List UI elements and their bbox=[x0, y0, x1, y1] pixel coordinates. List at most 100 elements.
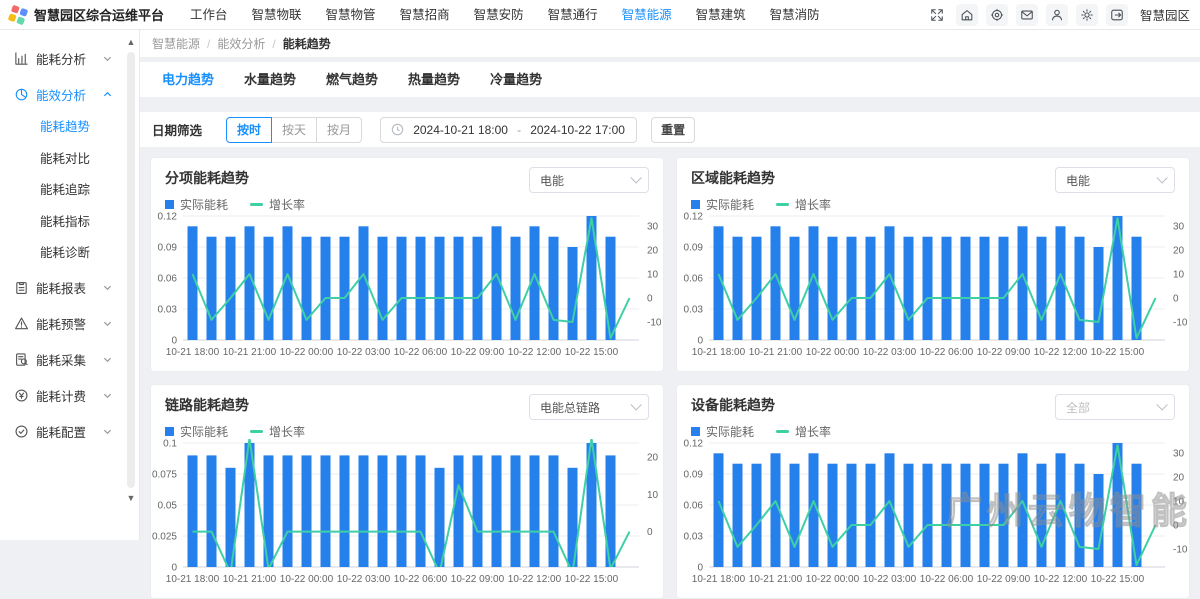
legend-actual[interactable]: 实际能耗 bbox=[691, 196, 754, 213]
mail-icon[interactable] bbox=[1016, 4, 1038, 26]
legend-actual[interactable]: 实际能耗 bbox=[165, 196, 228, 213]
legend-growth[interactable]: 增长率 bbox=[250, 196, 305, 213]
chart-legend: 实际能耗 增长率 bbox=[165, 196, 305, 213]
breadcrumb: 智慧能源 / 能效分析 / 能耗趋势 bbox=[140, 30, 1200, 57]
chevron-down-icon bbox=[630, 399, 641, 410]
sidebar-item-1[interactable]: 能效分析 bbox=[0, 76, 139, 112]
scroll-up-icon[interactable]: ▲ bbox=[125, 36, 137, 48]
svg-text:10-21 18:00: 10-21 18:00 bbox=[692, 574, 746, 585]
legend-growth[interactable]: 增长率 bbox=[250, 423, 305, 440]
legend-actual[interactable]: 实际能耗 bbox=[691, 423, 754, 440]
line-swatch bbox=[776, 430, 789, 433]
svg-text:0.05: 0.05 bbox=[158, 501, 178, 512]
nav-item-0[interactable]: 工作台 bbox=[178, 0, 240, 30]
sidebar-subitem-1-1[interactable]: 能耗对比 bbox=[0, 144, 139, 176]
nav-item-4[interactable]: 智慧安防 bbox=[462, 0, 536, 30]
nav-item-6[interactable]: 智慧能源 bbox=[610, 0, 684, 30]
mode-button-2[interactable]: 按月 bbox=[316, 117, 362, 143]
sidebar-item-6[interactable]: 能耗配置 bbox=[0, 414, 139, 450]
fullscreen-icon[interactable] bbox=[926, 4, 948, 26]
svg-text:0: 0 bbox=[647, 527, 653, 538]
svg-text:0.06: 0.06 bbox=[684, 501, 704, 512]
tab-3[interactable]: 热量趋势 bbox=[408, 62, 460, 97]
legend-actual[interactable]: 实际能耗 bbox=[165, 423, 228, 440]
energy-type-select[interactable]: 电能 bbox=[529, 167, 649, 193]
sidebar-subitem-1-0[interactable]: 能耗趋势 bbox=[0, 112, 139, 144]
svg-text:10: 10 bbox=[647, 270, 659, 281]
sidebar-menu: 能耗分析能效分析能耗趋势能耗对比能耗追踪能耗指标能耗诊断能耗报表能耗预警能耗采集… bbox=[0, 30, 140, 540]
sidebar-subitem-1-2[interactable]: 能耗追踪 bbox=[0, 175, 139, 207]
svg-text:10: 10 bbox=[647, 490, 659, 501]
svg-text:10-22 09:00: 10-22 09:00 bbox=[451, 574, 505, 585]
sidebar-item-5[interactable]: 能耗计费 bbox=[0, 378, 139, 414]
settings-icon[interactable] bbox=[1076, 4, 1098, 26]
chart-title: 分项能耗趋势 bbox=[165, 168, 249, 188]
chevron-down-icon bbox=[103, 391, 112, 400]
chart-card-subitem: 分项能耗趋势 电能 实际能耗增长率 0.120.090.060.03030201… bbox=[150, 157, 664, 372]
svg-text:10-22 06:00: 10-22 06:00 bbox=[394, 574, 448, 585]
svg-text:10-22 06:00: 10-22 06:00 bbox=[394, 347, 448, 358]
bar-swatch bbox=[165, 200, 174, 209]
date-range-picker[interactable]: 2024-10-21 18:00 - 2024-10-22 17:00 bbox=[380, 117, 637, 143]
svg-text:0.09: 0.09 bbox=[158, 243, 178, 254]
end-date-value[interactable]: 2024-10-22 17:00 bbox=[529, 123, 626, 137]
date-filter-bar: 日期筛选 按时按天按月 2024-10-21 18:00 - 2024-10-2… bbox=[140, 112, 1200, 147]
mode-button-0[interactable]: 按时 bbox=[226, 117, 272, 143]
svg-text:0: 0 bbox=[647, 294, 653, 305]
tab-4[interactable]: 冷量趋势 bbox=[490, 62, 542, 97]
tab-1[interactable]: 水量趋势 bbox=[244, 62, 296, 97]
sidebar-subitem-1-4[interactable]: 能耗诊断 bbox=[0, 238, 139, 270]
svg-text:10-22 00:00: 10-22 00:00 bbox=[806, 347, 860, 358]
svg-text:10-21 18:00: 10-21 18:00 bbox=[692, 347, 746, 358]
device-select[interactable]: 全部 bbox=[1055, 394, 1175, 420]
svg-text:10-22 09:00: 10-22 09:00 bbox=[977, 574, 1031, 585]
svg-text:0.075: 0.075 bbox=[152, 470, 177, 481]
svg-text:10-22 12:00: 10-22 12:00 bbox=[1034, 347, 1088, 358]
bar-line-chart: 0.120.090.060.0303020100-1010-21 18:0010… bbox=[151, 212, 664, 372]
svg-text:10-22 15:00: 10-22 15:00 bbox=[565, 574, 619, 585]
nav-item-5[interactable]: 智慧通行 bbox=[536, 0, 610, 30]
sidebar-item-3[interactable]: 能耗预警 bbox=[0, 306, 139, 342]
sidebar-item-4[interactable]: 能耗采集 bbox=[0, 342, 139, 378]
svg-text:0.03: 0.03 bbox=[684, 305, 704, 316]
sidebar-item-2[interactable]: 能耗报表 bbox=[0, 270, 139, 306]
logout-icon[interactable] bbox=[1106, 4, 1128, 26]
reset-button[interactable]: 重置 bbox=[651, 117, 695, 143]
svg-text:10: 10 bbox=[1173, 497, 1185, 508]
link-select[interactable]: 电能总链路 bbox=[529, 394, 649, 420]
nav-item-3[interactable]: 智慧招商 bbox=[388, 0, 462, 30]
svg-text:10-22 12:00: 10-22 12:00 bbox=[508, 574, 562, 585]
breadcrumb-item-analysis[interactable]: 能效分析 bbox=[217, 35, 265, 52]
svg-text:10-22 15:00: 10-22 15:00 bbox=[1091, 347, 1145, 358]
svg-text:10-22 03:00: 10-22 03:00 bbox=[337, 347, 391, 358]
breadcrumb-separator: / bbox=[207, 37, 210, 51]
nav-item-1[interactable]: 智慧物联 bbox=[240, 0, 314, 30]
svg-text:0: 0 bbox=[171, 563, 177, 574]
chart-legend: 实际能耗 增长率 bbox=[691, 423, 831, 440]
start-date-value[interactable]: 2024-10-21 18:00 bbox=[412, 123, 509, 137]
chevron-down-icon bbox=[103, 283, 112, 292]
home-icon[interactable] bbox=[956, 4, 978, 26]
tab-0[interactable]: 电力趋势 bbox=[162, 62, 214, 97]
line-swatch bbox=[250, 430, 263, 433]
bar-swatch bbox=[691, 200, 700, 209]
scrollbar-track[interactable] bbox=[127, 52, 135, 488]
sidebar-item-0[interactable]: 能耗分析 bbox=[0, 40, 139, 76]
user-icon[interactable] bbox=[1046, 4, 1068, 26]
tab-2[interactable]: 燃气趋势 bbox=[326, 62, 378, 97]
sidebar-scrollbar[interactable]: ▲ ▼ bbox=[125, 36, 137, 530]
legend-growth[interactable]: 增长率 bbox=[776, 423, 831, 440]
sidebar-subitem-1-3[interactable]: 能耗指标 bbox=[0, 207, 139, 239]
mode-button-1[interactable]: 按天 bbox=[271, 117, 317, 143]
energy-type-select[interactable]: 电能 bbox=[1055, 167, 1175, 193]
svg-text:0: 0 bbox=[1173, 521, 1179, 532]
username-label[interactable]: 智慧园区 bbox=[1140, 5, 1190, 24]
system-icon[interactable] bbox=[986, 4, 1008, 26]
breadcrumb-item-energy[interactable]: 智慧能源 bbox=[152, 35, 200, 52]
nav-item-2[interactable]: 智慧物管 bbox=[314, 0, 388, 30]
nav-item-8[interactable]: 智慧消防 bbox=[758, 0, 832, 30]
nav-item-7[interactable]: 智慧建筑 bbox=[684, 0, 758, 30]
legend-growth[interactable]: 增长率 bbox=[776, 196, 831, 213]
bar-swatch bbox=[691, 427, 700, 436]
scroll-down-icon[interactable]: ▼ bbox=[125, 492, 137, 504]
